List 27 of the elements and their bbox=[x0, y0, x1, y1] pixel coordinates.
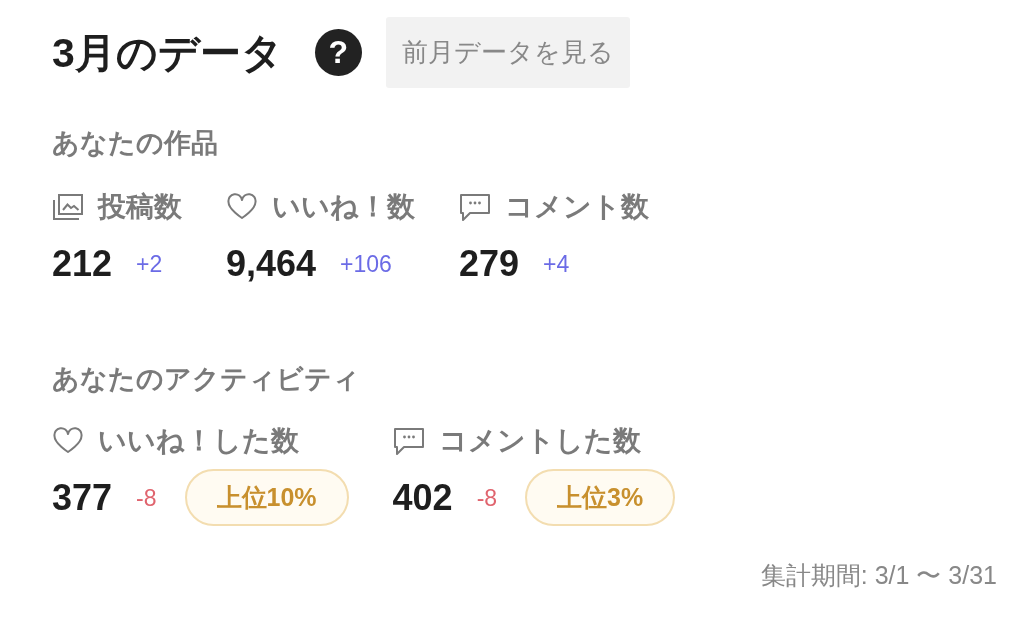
change-value: +2 bbox=[136, 249, 163, 279]
stat-value: 212 bbox=[52, 242, 113, 285]
heart-icon bbox=[52, 427, 84, 455]
change-value: -8 bbox=[136, 483, 157, 513]
page-title: 3月のデータ bbox=[52, 28, 283, 78]
stat-label: いいね！数 bbox=[272, 190, 415, 224]
photo-stack-icon bbox=[52, 193, 84, 221]
stat-value: 402 bbox=[392, 476, 453, 519]
change-value: -8 bbox=[476, 483, 498, 513]
rank-badge: 上位3% bbox=[525, 469, 676, 526]
stat-label: コメントした数 bbox=[438, 424, 641, 458]
period-text: 集計期間: 3/1 〜 3/31 bbox=[760, 560, 997, 590]
rank-badge: 上位10% bbox=[184, 469, 349, 526]
stat-label: コメント数 bbox=[505, 190, 649, 224]
change-value: +4 bbox=[543, 249, 570, 279]
stat-label: いいね！した数 bbox=[98, 424, 299, 458]
heart-icon bbox=[226, 193, 258, 221]
speech-bubble-icon bbox=[459, 192, 491, 222]
section-heading: あなたのアクティビティ bbox=[52, 364, 360, 394]
stat-value: 9,464 bbox=[226, 242, 317, 285]
stat-value: 377 bbox=[52, 476, 113, 519]
change-value: +106 bbox=[340, 249, 392, 279]
section-heading: あなたの作品 bbox=[52, 128, 218, 158]
stat-label: 投稿数 bbox=[98, 190, 182, 224]
stat-value: 279 bbox=[459, 242, 520, 285]
speech-bubble-icon bbox=[392, 426, 425, 456]
help-button[interactable]: ? bbox=[314, 29, 362, 76]
